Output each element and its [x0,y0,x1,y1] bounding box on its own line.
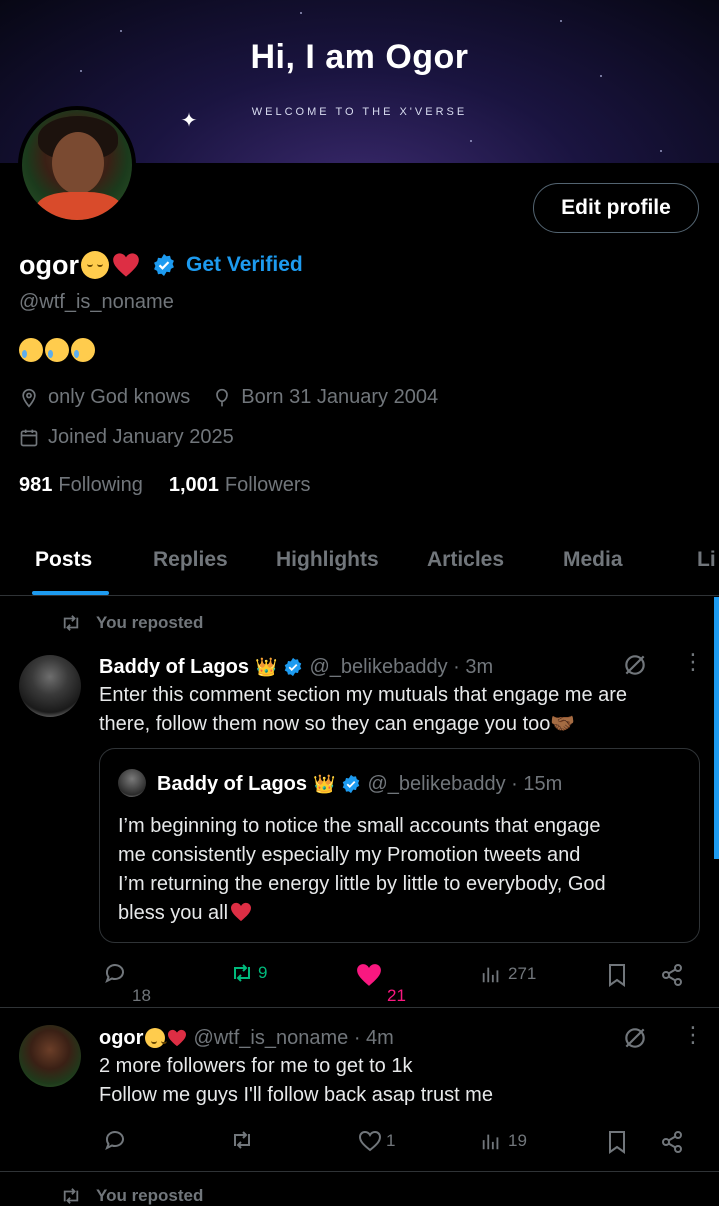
verified-badge-icon [343,774,360,794]
post-text: Enter this comment section my mutuals th… [99,684,628,735]
verified-badge-icon[interactable] [152,253,176,277]
quoted-post[interactable]: Baddy of Lagos 👑 @_belikebaddy · 15m I’m… [99,748,700,943]
profile-birthdate: Born 31 January 2004 [241,386,439,408]
repost-count: 9 [258,963,268,982]
grok-icon[interactable] [622,1025,648,1051]
more-options-icon[interactable]: ⋮ [682,651,704,673]
profile-name-row: ogor Get Verified [19,248,303,282]
like-count: 21 [387,986,406,1005]
views-button[interactable]: 19 [480,1130,527,1152]
analytics-icon [482,1134,499,1150]
profile-joined-row: Joined January 2025 [19,426,234,449]
like-count: 1 [386,1131,396,1150]
profile-avatar[interactable] [18,106,136,224]
bookmark-button[interactable] [606,963,628,987]
author-name[interactable]: ogor [99,1027,143,1050]
tab-replies[interactable]: Replies [153,530,228,596]
red-heart-icon [231,902,252,922]
following-link[interactable]: 981 Following [19,474,143,497]
tab-likes[interactable]: Li [697,530,716,596]
view-count: 19 [508,1131,527,1150]
share-button[interactable] [660,1130,684,1154]
handshake-icon: 🤝🏾 [550,713,576,735]
sparkle-icon: ✦ [180,110,198,132]
post-card[interactable]: ogor @wtf_is_noname · 4m ⋮ 2 more follow… [0,1008,719,1172]
calendar-icon [20,429,38,446]
crown-icon: 👑 [255,656,278,677]
views-button[interactable]: 271 [480,963,536,985]
profile-meta-row: only God knows Born 31 January 2004 [19,386,438,409]
author-handle-time: @wtf_is_noname · 4m [193,1026,394,1049]
reply-icon [105,964,124,984]
quoted-post-text: I’m beginning to notice the small accoun… [118,815,606,924]
reply-button[interactable] [103,1128,127,1152]
profile-name: ogor [19,249,79,280]
repost-icon [63,615,79,631]
like-button[interactable] [356,963,382,987]
crying-face-icon [71,338,95,362]
balloon-icon [216,388,229,406]
quoted-author-name: Baddy of Lagos [157,772,308,795]
crying-face-icon [19,338,43,362]
repost-icon [63,1188,79,1204]
quoted-author-avatar [118,769,146,797]
follow-counts: 981 Following 1,001 Followers [19,474,311,497]
tab-articles[interactable]: Articles [427,530,504,596]
bookmark-icon [609,1131,625,1154]
author-handle-time: @_belikebaddy · 3m [309,655,494,678]
repost-icon [234,1131,250,1149]
like-button[interactable]: 1 [358,1130,395,1152]
share-icon [662,1131,682,1153]
bookmark-icon [609,964,625,987]
heart-outline-icon [358,1130,382,1152]
reply-count: 18 [132,986,151,1005]
profile-bio [19,338,95,362]
post-card[interactable]: You reposted Baddy of Lagos 👑 @_belikeba… [0,597,719,1008]
reply-button[interactable] [103,961,127,985]
tab-media[interactable]: Media [563,530,623,596]
repost-button[interactable]: 9 [229,963,267,983]
profile-location: only God knows [48,386,191,408]
heart-filled-icon [357,964,381,986]
post-header: ogor @wtf_is_noname · 4m [99,1023,394,1053]
post-text: 2 more followers for me to get to 1k Fol… [99,1055,493,1106]
relieved-face-icon [145,1028,168,1048]
repost-icon [234,964,250,982]
quoted-author-handle-time: @_belikebaddy · 15m [367,772,563,795]
repost-button[interactable] [229,1130,255,1150]
author-name[interactable]: Baddy of Lagos [99,656,249,679]
post-header: Baddy of Lagos 👑 @_belikebaddy · 3m [99,652,493,682]
author-avatar[interactable] [19,655,81,717]
edit-profile-button[interactable]: Edit profile [533,183,699,233]
author-avatar[interactable] [19,1025,81,1087]
red-heart-icon [112,252,140,278]
crown-icon: 👑 [313,773,336,794]
relieved-face-icon [81,251,109,279]
profile-tabs: Posts Replies Highlights Articles Media … [0,530,719,596]
tab-posts[interactable]: Posts [35,530,92,596]
analytics-icon [482,967,499,983]
verified-badge-icon [285,657,302,677]
location-pin-icon [22,388,36,408]
grok-icon[interactable] [622,652,648,678]
profile-handle: @wtf_is_noname [19,291,174,313]
red-heart-icon [168,1029,187,1047]
profile-joined: Joined January 2025 [48,426,234,448]
share-button[interactable] [660,963,684,987]
more-options-icon[interactable]: ⋮ [682,1024,704,1046]
repost-indicator: You reposted [60,1186,203,1206]
view-count: 271 [508,964,537,983]
active-tab-indicator [32,591,109,595]
bookmark-button[interactable] [606,1130,628,1154]
reply-icon [105,1131,124,1151]
tab-highlights[interactable]: Highlights [276,530,379,596]
followers-link[interactable]: 1,001 Followers [169,474,311,497]
crying-face-icon [45,338,69,362]
get-verified-link[interactable]: Get Verified [186,253,303,277]
quoted-post-header: Baddy of Lagos 👑 @_belikebaddy · 15m [157,769,562,799]
share-icon [662,964,682,986]
repost-indicator: You reposted [60,613,203,633]
banner-title: Hi, I am Ogor [250,38,469,76]
